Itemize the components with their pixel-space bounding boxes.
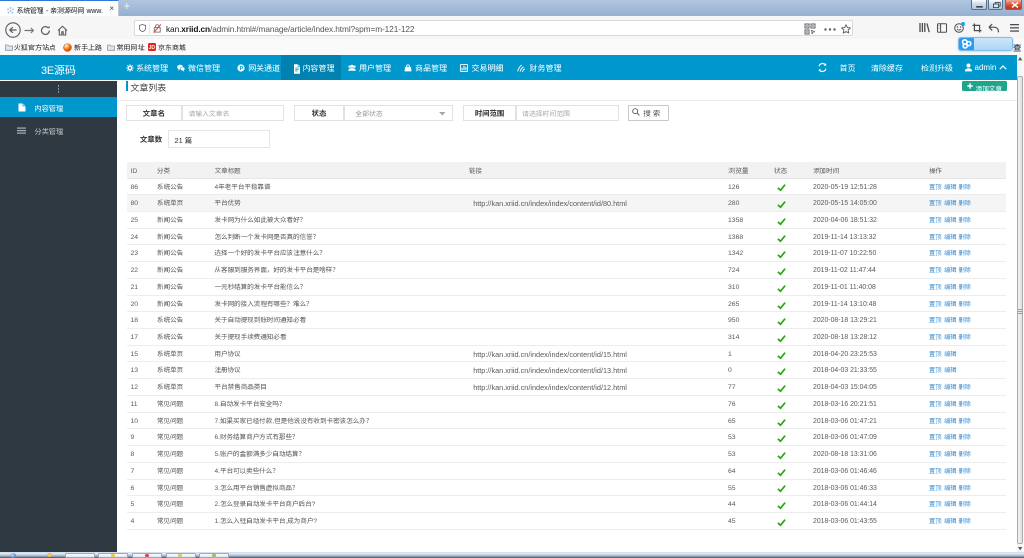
- svg-text:P: P: [240, 66, 244, 72]
